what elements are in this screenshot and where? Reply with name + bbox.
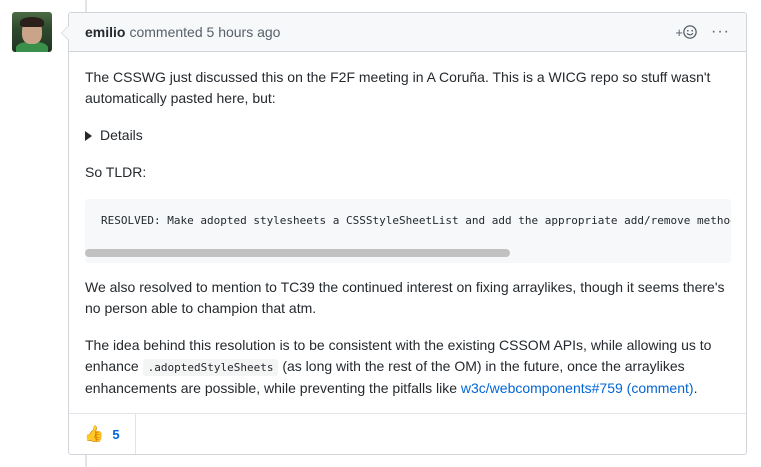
code-block[interactable]: RESOLVED: Make adopted stylesheets a CSS… xyxy=(85,199,731,263)
details-label: Details xyxy=(100,127,143,143)
details-toggle[interactable]: Details xyxy=(85,125,730,146)
reactions-bar: 👍 5 xyxy=(69,413,746,454)
paragraph-3: The idea behind this resolution is to be… xyxy=(85,337,712,396)
plus-label: + xyxy=(675,24,684,40)
comment-action: commented xyxy=(129,24,203,40)
comment-author[interactable]: emilio xyxy=(85,24,125,40)
paragraph-2: We also resolved to mention to TC39 the … xyxy=(85,279,725,316)
reaction-thumbs-up[interactable]: 👍 5 xyxy=(69,414,136,454)
paragraph-1: The CSSWG just discussed this on the F2F… xyxy=(85,69,711,106)
thumbs-up-icon: 👍 xyxy=(84,426,105,443)
add-reaction-button[interactable]: + xyxy=(675,25,697,40)
issue-link[interactable]: w3c/webcomponents#759 (comment) xyxy=(461,380,694,396)
kebab-horizontal-icon[interactable]: ··· xyxy=(711,23,730,41)
code-text: RESOLVED: Make adopted stylesheets a CSS… xyxy=(101,214,731,227)
triangle-right-icon xyxy=(85,130,92,141)
inline-code: .adoptedStyleSheets xyxy=(142,359,279,376)
comment-body: The CSSWG just discussed this on the F2F… xyxy=(69,52,746,399)
avatar-hair xyxy=(20,17,44,27)
comment-header: emilio commented 5 hours ago + ··· xyxy=(69,13,746,52)
smiley-icon xyxy=(683,25,697,39)
tldr-label: So TLDR: xyxy=(85,164,147,180)
reaction-count: 5 xyxy=(112,426,120,442)
horizontal-scrollbar[interactable] xyxy=(85,249,510,257)
comment-time[interactable]: 5 hours ago xyxy=(207,24,281,40)
comment-box: emilio commented 5 hours ago + ··· The C… xyxy=(61,12,747,455)
avatar[interactable] xyxy=(12,12,52,52)
